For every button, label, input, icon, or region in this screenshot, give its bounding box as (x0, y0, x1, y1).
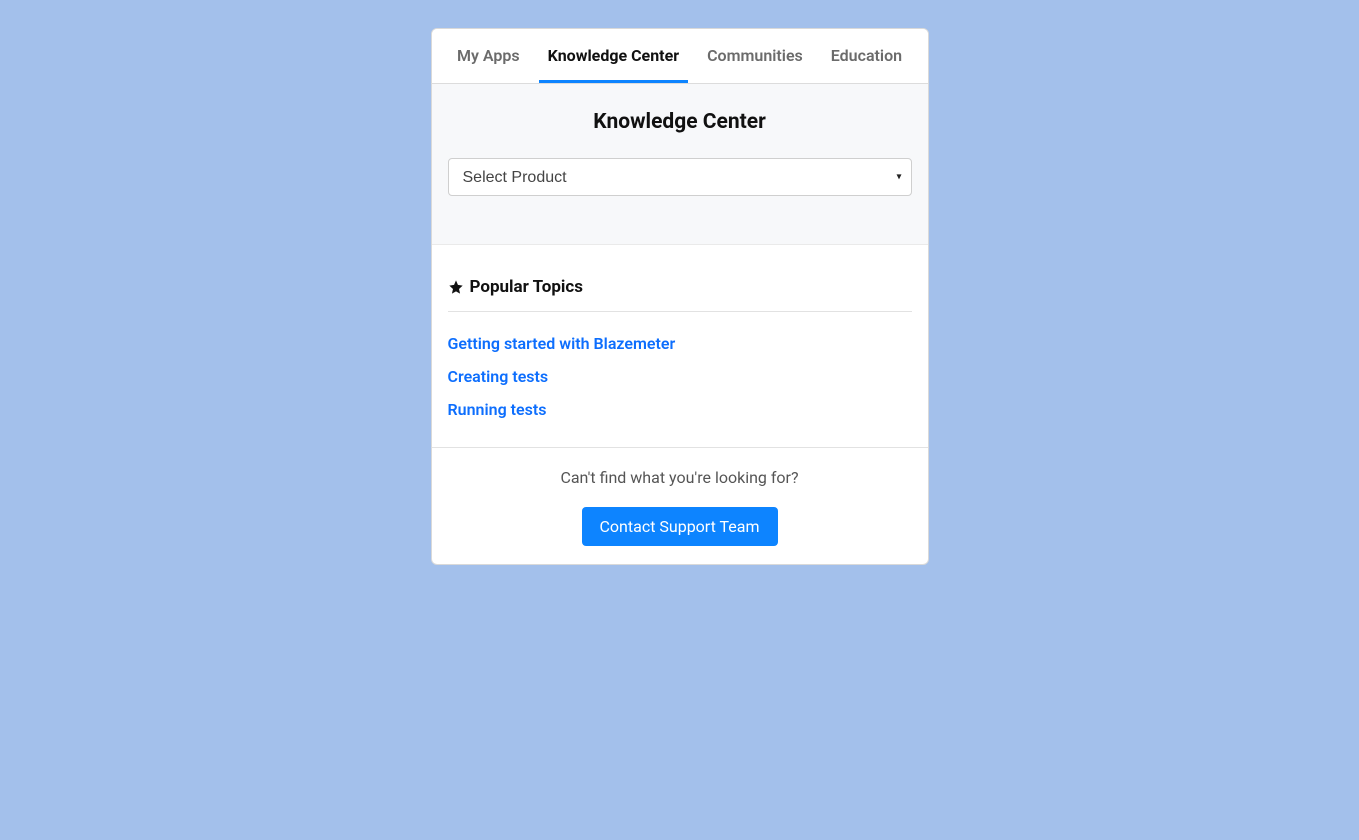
footer-section: Can't find what you're looking for? Cont… (432, 447, 928, 564)
topic-link[interactable]: Running tests (448, 400, 912, 419)
tab-bar: My Apps Knowledge Center Communities Edu… (432, 29, 928, 84)
footer-prompt: Can't find what you're looking for? (448, 468, 912, 487)
popular-topics-header: Popular Topics (448, 277, 912, 312)
page-title: Knowledge Center (448, 110, 912, 134)
contact-support-button[interactable]: Contact Support Team (582, 507, 778, 546)
product-select[interactable]: Select Product (448, 158, 912, 196)
topic-link[interactable]: Getting started with Blazemeter (448, 334, 912, 353)
tab-education[interactable]: Education (822, 29, 911, 83)
tab-knowledge-center[interactable]: Knowledge Center (539, 29, 689, 83)
star-icon (448, 279, 464, 295)
header-section: Knowledge Center Select Product ▾ (432, 84, 928, 245)
knowledge-center-card: My Apps Knowledge Center Communities Edu… (431, 28, 929, 565)
product-select-wrap: Select Product ▾ (448, 158, 912, 196)
popular-topics-section: Popular Topics Getting started with Blaz… (432, 245, 928, 447)
tab-my-apps[interactable]: My Apps (448, 29, 529, 83)
popular-topics-title: Popular Topics (470, 277, 583, 297)
tab-communities[interactable]: Communities (698, 29, 812, 83)
topic-link[interactable]: Creating tests (448, 367, 912, 386)
